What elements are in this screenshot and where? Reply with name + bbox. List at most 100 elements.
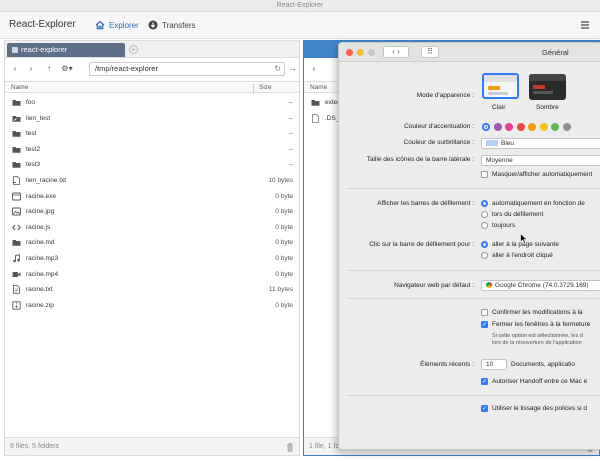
file-row[interactable]: racine.jpg 0 byte bbox=[5, 204, 299, 220]
file-size: -- bbox=[288, 145, 293, 153]
path-input[interactable]: /tmp/react-explorer ↻ bbox=[89, 62, 285, 76]
nav-explorer[interactable]: Explorer bbox=[95, 18, 139, 32]
confirm-changes-checkbox[interactable] bbox=[481, 309, 488, 316]
file-row[interactable]: racine.exe 0 byte bbox=[5, 189, 299, 205]
close-windows-checkbox[interactable]: ✓ bbox=[481, 321, 488, 328]
prefs-back-forward[interactable]: ‹ › bbox=[383, 46, 409, 58]
accent-swatch[interactable] bbox=[505, 123, 513, 131]
file-name: racine.js bbox=[26, 223, 51, 231]
auto-hide-menubar-checkbox[interactable] bbox=[481, 171, 488, 178]
file-size: 0 byte bbox=[275, 301, 293, 309]
sidebar-icon-size-label: Taille des icônes de la barre latérale : bbox=[366, 156, 474, 163]
handoff-label: Autoriser Handoff entre ce Mac e bbox=[492, 378, 588, 385]
column-header: Name Size bbox=[5, 81, 299, 94]
appearance-light-option[interactable] bbox=[482, 73, 519, 99]
hamburger-menu-icon[interactable] bbox=[580, 19, 590, 31]
accent-swatch[interactable] bbox=[516, 123, 525, 131]
accent-swatch[interactable] bbox=[539, 123, 548, 131]
handoff-checkbox[interactable]: ✓ bbox=[481, 378, 488, 385]
show-all-grid-icon[interactable]: ⠿ bbox=[421, 46, 439, 58]
up-arrow-icon[interactable]: ↑ bbox=[43, 63, 55, 75]
close-windows-note-2: lors de la réouverture de l'application bbox=[492, 340, 582, 346]
file-name: racine.mp3 bbox=[26, 254, 59, 262]
separator bbox=[347, 395, 600, 396]
file-name: racine.jpg bbox=[26, 208, 55, 216]
file-row[interactable]: test3 -- bbox=[5, 157, 299, 173]
scroll-when-scrolling-label: lors du défilement bbox=[492, 211, 544, 218]
recent-items-select[interactable]: 10 bbox=[481, 359, 507, 370]
home-icon bbox=[95, 20, 105, 30]
file-list: foo -- lien_test -- test -- test2 -- test3 -- lien… bbox=[5, 95, 299, 313]
mouse-cursor-icon bbox=[520, 233, 528, 244]
close-windows-label: Fermer les fenêtres à la fermeture bbox=[492, 321, 591, 328]
recent-items-label: Éléments récents : bbox=[420, 361, 474, 368]
separator bbox=[347, 298, 600, 299]
recent-items-suffix: Documents, applicatio bbox=[511, 361, 575, 368]
appearance-light-label: Clair bbox=[492, 104, 506, 111]
file-row[interactable]: racine.mp3 0 byte bbox=[5, 251, 299, 267]
file-row[interactable]: racine.txt 11 bytes bbox=[5, 282, 299, 298]
font-smoothing-checkbox[interactable]: ✓ bbox=[481, 405, 488, 412]
separator bbox=[347, 188, 600, 189]
minimize-window-icon[interactable] bbox=[357, 49, 364, 56]
appearance-dark-label: Sombre bbox=[536, 104, 559, 111]
scroll-when-scrolling-radio[interactable] bbox=[481, 211, 488, 218]
file-row[interactable]: racine.js 0 byte bbox=[5, 220, 299, 236]
folder-link-icon bbox=[12, 114, 21, 123]
file-row[interactable]: foo -- bbox=[5, 95, 299, 111]
path-toolbar: ‹ › ↑ ⚙▾ /tmp/react-explorer ↻ → bbox=[5, 60, 299, 78]
accent-swatch[interactable] bbox=[551, 123, 559, 131]
file-size: 10 bytes bbox=[268, 176, 293, 184]
accent-swatch[interactable] bbox=[528, 123, 536, 131]
file-row[interactable]: racine.zip 0 byte bbox=[5, 298, 299, 314]
file-link-icon bbox=[12, 176, 21, 185]
highlight-label: Couleur de surbrillance : bbox=[403, 139, 474, 146]
file-row[interactable]: racine.md 0 byte bbox=[5, 235, 299, 251]
add-tab-button[interactable]: + bbox=[129, 45, 138, 54]
file-row[interactable]: test -- bbox=[5, 126, 299, 142]
go-arrow-icon[interactable]: → bbox=[288, 63, 297, 73]
file-name: racine.mp4 bbox=[26, 270, 59, 278]
folder-icon bbox=[12, 160, 21, 169]
file-name: test bbox=[26, 130, 37, 138]
click-next-page-radio[interactable] bbox=[481, 241, 488, 248]
back-icon[interactable]: ‹ bbox=[9, 63, 21, 75]
zoom-window-icon[interactable] bbox=[368, 49, 375, 56]
column-name-header[interactable]: Name bbox=[310, 84, 327, 91]
reload-icon[interactable]: ↻ bbox=[274, 63, 281, 75]
folder-icon bbox=[12, 238, 21, 247]
forward-icon[interactable]: › bbox=[25, 63, 37, 75]
appearance-dark-option[interactable] bbox=[529, 74, 566, 100]
accent-swatch[interactable] bbox=[482, 123, 490, 131]
close-window-icon[interactable] bbox=[346, 49, 353, 56]
file-row[interactable]: racine.mp4 0 byte bbox=[5, 267, 299, 283]
file-row[interactable]: lien_test -- bbox=[5, 111, 299, 127]
sidebar-icon-size-value: Moyenne bbox=[486, 157, 513, 164]
trash-icon[interactable] bbox=[286, 442, 294, 452]
tab-bar: react-explorer + bbox=[5, 41, 299, 58]
column-size-header[interactable]: Size bbox=[253, 84, 272, 94]
tab-react-explorer[interactable]: react-explorer bbox=[7, 43, 125, 57]
gear-menu-icon[interactable]: ⚙▾ bbox=[59, 63, 75, 75]
click-spot-radio[interactable] bbox=[481, 252, 488, 259]
scroll-auto-radio[interactable] bbox=[481, 200, 488, 207]
download-icon bbox=[148, 20, 158, 30]
default-browser-select[interactable]: Google Chrome (74.0.3729.169) bbox=[481, 280, 600, 291]
highlight-swatch bbox=[486, 140, 498, 147]
file-row[interactable]: test2 -- bbox=[5, 142, 299, 158]
sidebar-icon-size-select[interactable]: Moyenne bbox=[481, 155, 600, 166]
accent-swatch[interactable] bbox=[493, 123, 502, 131]
file-size: -- bbox=[288, 114, 293, 122]
file-size: 0 byte bbox=[275, 192, 293, 200]
scroll-always-radio[interactable] bbox=[481, 222, 488, 229]
close-windows-note-1: Si cette option est sélectionnée, les d bbox=[492, 333, 583, 339]
accent-swatch[interactable] bbox=[562, 123, 571, 131]
accent-label: Couleur d'accentuation : bbox=[404, 123, 474, 130]
file-row[interactable]: lien_racine.txt 10 bytes bbox=[5, 173, 299, 189]
column-name-header[interactable]: Name bbox=[11, 84, 28, 91]
file-size: -- bbox=[288, 99, 293, 106]
nav-transfers[interactable]: Transfers bbox=[148, 18, 196, 32]
highlight-color-select[interactable]: Bleu bbox=[481, 138, 600, 149]
text-file-icon bbox=[12, 285, 21, 295]
back-icon[interactable]: ‹ bbox=[308, 63, 320, 75]
